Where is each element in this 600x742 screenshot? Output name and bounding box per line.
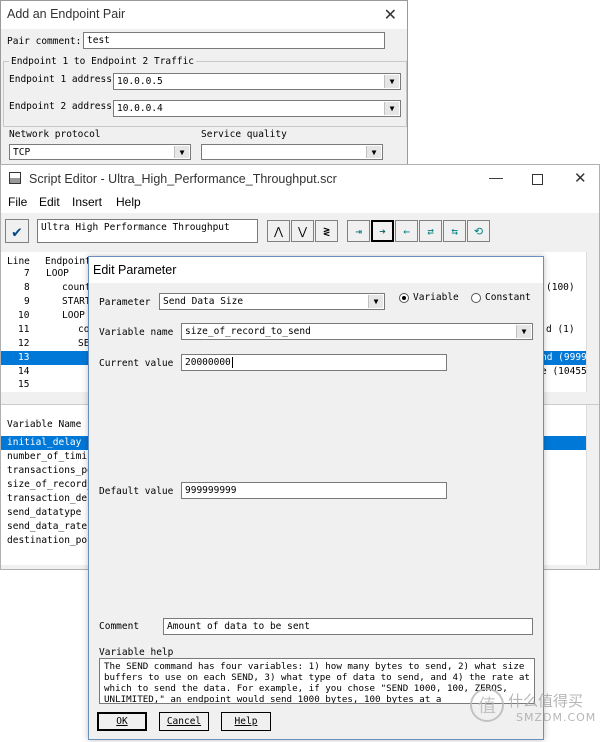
default-value-label: Default value xyxy=(99,486,174,497)
parameter-value: Send Data Size xyxy=(163,296,244,307)
endpoint2-combo[interactable]: 10.0.0.4 ▼ xyxy=(113,100,401,117)
watermark-text: 什么值得买 xyxy=(508,692,584,710)
close-icon[interactable]: ✕ xyxy=(384,5,397,25)
ok-button-label: OK xyxy=(116,716,128,727)
edit-parameter-titlebar[interactable]: Edit Parameter xyxy=(89,257,543,283)
menu-bar: File Edit Insert Help xyxy=(1,193,599,213)
parameter-select[interactable]: Send Data Size ▼ xyxy=(159,293,385,310)
less-equal-button[interactable]: ≷ xyxy=(315,220,338,242)
arrow-right-button[interactable]: ➔ xyxy=(371,220,394,242)
variable-help-content: The SEND command has four variables: 1) … xyxy=(104,661,530,704)
endpoint1-combo[interactable]: 10.0.0.5 ▼ xyxy=(113,73,401,90)
cancel-button[interactable]: Cancel xyxy=(159,712,209,731)
endpoint-dialog-title: Add an Endpoint Pair xyxy=(7,7,126,21)
check-button[interactable]: ✔ xyxy=(5,219,29,243)
script-name-input[interactable]: Ultra High Performance Throughput xyxy=(37,219,258,243)
script-editor-app-icon xyxy=(9,172,21,184)
endpoint2-label: Endpoint 2 address xyxy=(9,101,112,112)
parameter-label: Parameter xyxy=(99,297,151,308)
endpoint-dialog-titlebar[interactable]: Add an Endpoint Pair ✕ xyxy=(1,1,407,29)
comment-input[interactable]: Amount of data to be sent xyxy=(163,618,533,635)
loop-icon-button[interactable]: ⟲ xyxy=(467,220,490,242)
variable-list-scrollbar[interactable] xyxy=(586,405,599,565)
chevron-down-icon[interactable]: ▼ xyxy=(384,102,399,115)
chevron-down-icon[interactable]: ▼ xyxy=(384,75,399,88)
current-value-text: 20000000 xyxy=(185,357,231,368)
variable-name-label: Variable name xyxy=(99,327,174,338)
col-endpoint-header: Endpoint xyxy=(45,256,91,267)
pair-comment-input[interactable]: test xyxy=(83,32,385,49)
current-value-input[interactable]: 20000000 xyxy=(181,354,447,371)
help-button-label: Help xyxy=(234,716,258,727)
toolbar: ✔ Ultra High Performance Throughput ⋀ ⋁ … xyxy=(1,214,599,248)
watermark: 值 什么值得买 SMZDM.COM xyxy=(470,686,598,736)
comment-label: Comment xyxy=(99,621,140,632)
edit-parameter-title: Edit Parameter xyxy=(93,263,177,277)
network-protocol-label: Network protocol xyxy=(9,129,101,140)
default-value-input[interactable]: 999999999 xyxy=(181,482,447,499)
text-cursor xyxy=(231,357,233,368)
ok-button[interactable]: OK xyxy=(97,712,147,731)
pair-comment-label: Pair comment: xyxy=(7,36,82,47)
variable-radio[interactable] xyxy=(399,293,409,303)
service-quality-label: Service quality xyxy=(201,129,287,140)
chevron-down-icon[interactable]: ▼ xyxy=(366,146,381,158)
variable-name-value: size_of_record_to_send xyxy=(185,326,311,337)
current-value-label: Current value xyxy=(99,358,174,369)
move-down-button[interactable]: ⋁ xyxy=(291,220,314,242)
service-quality-select[interactable]: ▼ xyxy=(201,144,383,160)
chevron-down-icon[interactable]: ▼ xyxy=(174,146,189,158)
endpoint2-value: 10.0.0.4 xyxy=(117,103,163,114)
menu-file[interactable]: File xyxy=(8,195,27,209)
constant-radio-label[interactable]: Constant xyxy=(485,292,531,303)
maximize-icon[interactable] xyxy=(532,174,543,185)
menu-edit[interactable]: Edit xyxy=(39,195,60,209)
minimize-icon[interactable]: — xyxy=(489,169,503,185)
close-icon[interactable]: ✕ xyxy=(574,169,587,187)
endpoint-pair-dialog: Add an Endpoint Pair ✕ Pair comment: tes… xyxy=(0,0,408,170)
script-list-scrollbar[interactable] xyxy=(586,252,599,392)
variable-radio-label[interactable]: Variable xyxy=(413,292,459,303)
swap-alt-button[interactable]: ⇆ xyxy=(443,220,466,242)
chevron-down-icon[interactable]: ▼ xyxy=(516,325,531,338)
network-protocol-select[interactable]: TCP ▼ xyxy=(9,144,191,160)
watermark-logo-icon: 值 xyxy=(470,688,504,722)
endpoint1-value: 10.0.0.5 xyxy=(117,76,163,87)
arrow-left-button[interactable]: ← xyxy=(395,220,418,242)
help-button[interactable]: Help xyxy=(221,712,271,731)
endpoint1-label: Endpoint 1 address xyxy=(9,74,112,85)
variable-name-select[interactable]: size_of_record_to_send ▼ xyxy=(181,323,533,340)
variable-help-label: Variable help xyxy=(99,647,174,658)
network-protocol-value: TCP xyxy=(13,147,31,158)
cancel-button-label: Cancel xyxy=(166,716,202,727)
swap-icon-button[interactable]: ⇄ xyxy=(419,220,442,242)
traffic-group-label: Endpoint 1 to Endpoint 2 Traffic xyxy=(9,56,197,67)
menu-help[interactable]: Help xyxy=(116,195,141,209)
constant-radio[interactable] xyxy=(471,293,481,303)
script-editor-title: Script Editor - Ultra_High_Performance_T… xyxy=(29,172,337,186)
edit-parameter-dialog: Edit Parameter Parameter Send Data Size … xyxy=(88,256,544,740)
variable-name-header: Variable Name xyxy=(7,419,82,430)
traffic-groupbox xyxy=(3,61,407,127)
script-editor-titlebar[interactable]: Script Editor - Ultra_High_Performance_T… xyxy=(1,165,599,193)
insert-arrow-button[interactable]: ⇥ xyxy=(347,220,370,242)
watermark-subtext: SMZDM.COM xyxy=(516,711,597,724)
move-up-button[interactable]: ⋀ xyxy=(267,220,290,242)
chevron-down-icon[interactable]: ▼ xyxy=(368,295,383,308)
col-line-header: Line xyxy=(7,256,30,267)
menu-insert[interactable]: Insert xyxy=(72,195,102,209)
